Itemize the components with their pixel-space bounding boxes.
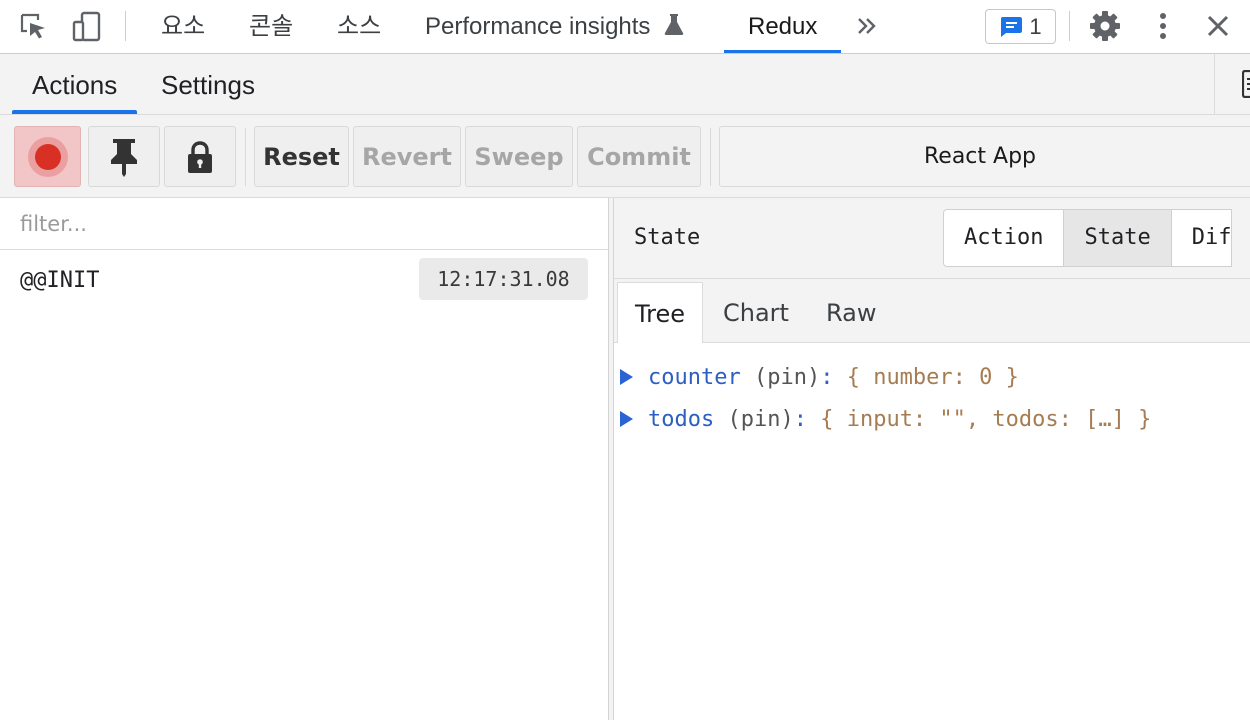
tree-key: counter [648, 365, 741, 390]
tree-value: { number: 0 } [846, 365, 1019, 390]
tree-colon: : [793, 407, 807, 432]
tree-node-counter[interactable]: counter (pin): { number: 0 } [614, 361, 1250, 403]
commit-button[interactable]: Commit [577, 126, 701, 187]
close-icon[interactable] [1201, 9, 1235, 43]
subtab-chart[interactable]: Chart [723, 282, 789, 343]
toolbar-divider [710, 128, 711, 186]
tab-settings[interactable]: Settings [161, 54, 255, 114]
action-list-item[interactable]: @@INIT 12:17:31.08 [0, 250, 609, 312]
tab-sources[interactable]: 소스 [337, 0, 381, 53]
state-tree: counter (pin): { number: 0 } todos (pin)… [614, 361, 1250, 445]
redux-panel-tabs: Actions Settings [0, 54, 1250, 115]
experiment-flask-icon [664, 14, 684, 35]
tree-key: todos [648, 407, 715, 432]
record-icon [27, 136, 68, 177]
tree-node-text: counter (pin): { number: 0 } [648, 365, 1019, 390]
tab-label: Performance insights [425, 13, 651, 40]
tab-console[interactable]: 콘솔 [249, 0, 293, 53]
device-toolbar-icon[interactable] [70, 9, 104, 43]
tree-pin-label[interactable]: (pin) [727, 407, 793, 432]
lock-button[interactable] [164, 126, 236, 187]
tree-node-todos[interactable]: todos (pin): { input: "", todos: […] } [614, 403, 1250, 445]
instance-selector[interactable]: React App [719, 126, 1250, 187]
inspector-title: State [634, 225, 701, 250]
tree-value: { input: "", todos: […] } [820, 407, 1152, 432]
subtab-raw[interactable]: Raw [826, 282, 876, 343]
sweep-button[interactable]: Sweep [465, 126, 573, 187]
record-button[interactable] [14, 126, 81, 187]
more-tabs-chevron-icon[interactable] [850, 9, 884, 43]
mode-diff-button[interactable]: Dif [1172, 210, 1232, 266]
panel-side-button[interactable] [1214, 54, 1250, 114]
lock-icon [188, 140, 212, 173]
action-name: @@INIT [20, 268, 100, 293]
inspect-element-icon[interactable] [16, 9, 50, 43]
tree-colon: : [820, 365, 834, 390]
tree-node-text: todos (pin): { input: "", todos: […] } [648, 407, 1151, 432]
document-icon [1242, 70, 1250, 98]
revert-button[interactable]: Revert [353, 126, 461, 187]
tab-performance-insights[interactable]: Performance insights [425, 0, 685, 53]
tab-elements[interactable]: 요소 [161, 0, 205, 53]
toolbar-divider [245, 128, 246, 186]
toolbar-divider [125, 11, 126, 41]
reset-button[interactable]: Reset [254, 126, 349, 187]
inspector-header: State Action State Dif [614, 198, 1250, 279]
subtab-tree[interactable]: Tree [617, 282, 703, 343]
inspector-mode-switch: Action State Dif [943, 209, 1233, 267]
devtools-toolbar: 요소 콘솔 소스 Performance insights Redux 1 [0, 0, 1250, 54]
action-list-pane: @@INIT 12:17:31.08 [0, 198, 609, 720]
filter-input[interactable] [0, 198, 609, 250]
issues-badge[interactable]: 1 [985, 9, 1056, 44]
tab-actions[interactable]: Actions [11, 54, 138, 114]
toolbar-divider [1069, 11, 1070, 41]
tab-redux[interactable]: Redux [723, 0, 842, 53]
message-icon [1001, 16, 1023, 37]
mode-state-button[interactable]: State [1064, 210, 1172, 266]
expand-arrow-icon[interactable] [620, 411, 633, 427]
tree-pin-label[interactable]: (pin) [754, 365, 820, 390]
pin-icon [111, 138, 137, 177]
mode-action-button[interactable]: Action [944, 210, 1065, 266]
inspector-subtabs: Tree Chart Raw [614, 279, 1250, 343]
inspector-pane: State Action State Dif Tree Chart Raw co… [614, 198, 1250, 720]
pin-button[interactable] [88, 126, 160, 187]
more-options-kebab-icon[interactable] [1146, 9, 1180, 43]
redux-toolbar: Reset Revert Sweep Commit React App [0, 115, 1250, 198]
action-timestamp[interactable]: 12:17:31.08 [419, 258, 588, 300]
settings-gear-icon[interactable] [1088, 9, 1122, 43]
issues-count: 1 [1029, 13, 1042, 39]
expand-arrow-icon[interactable] [620, 369, 633, 385]
